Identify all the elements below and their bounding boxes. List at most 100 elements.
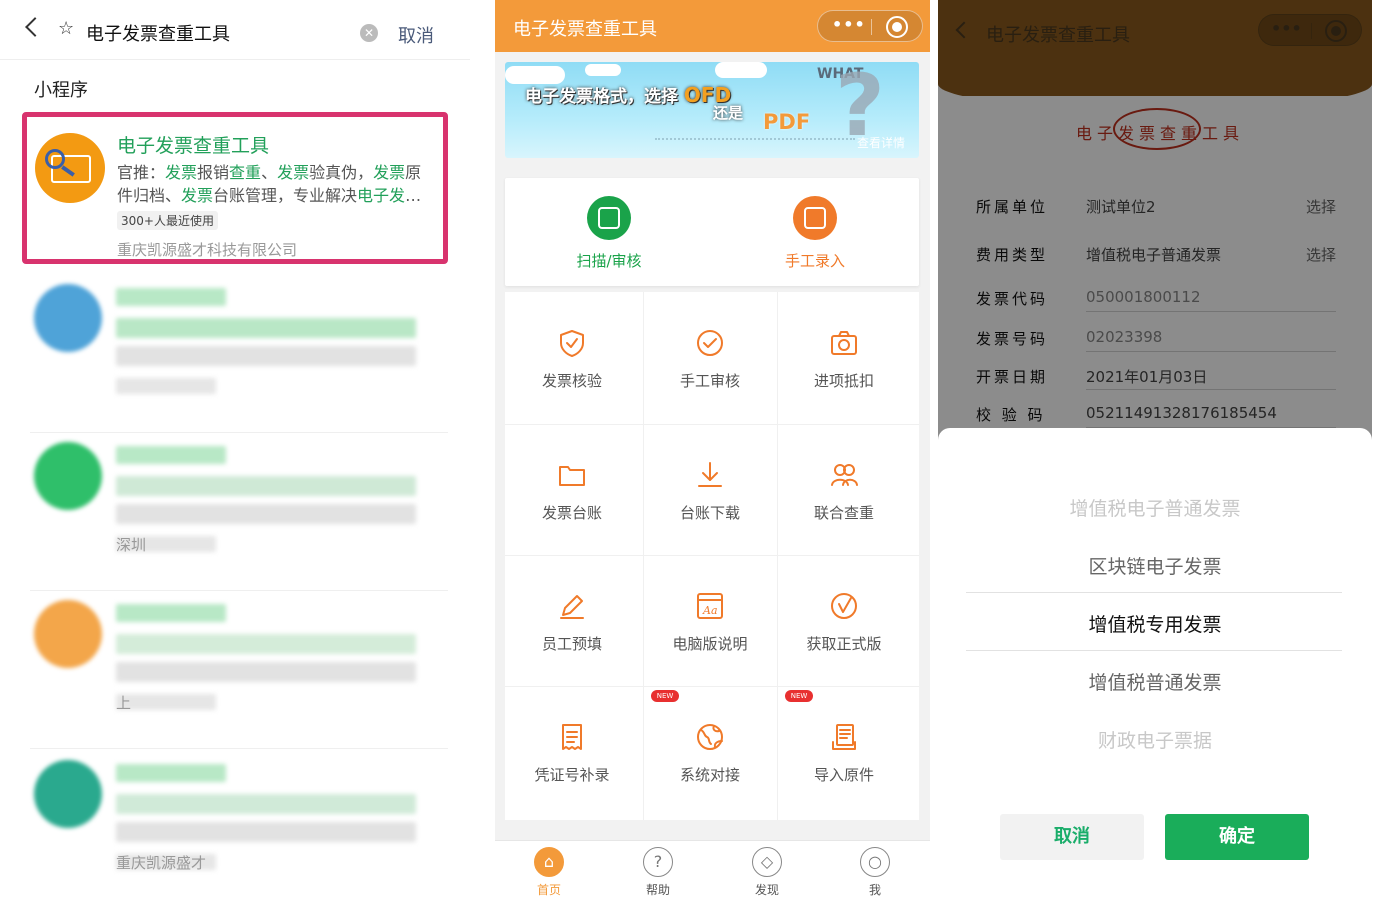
help-icon: ?	[643, 847, 673, 877]
banner-headline: 电子发票格式，选择 OFD	[525, 83, 732, 107]
user-icon: ○	[860, 847, 890, 877]
desc-fragment: 电子发	[357, 186, 406, 205]
font-doc-icon: Aa	[695, 591, 725, 621]
app-logo	[35, 133, 105, 203]
edit-icon	[793, 196, 837, 240]
feature-label: 电脑版说明	[672, 635, 748, 653]
tab-user[interactable]: ○ 我	[845, 847, 905, 898]
check-version-icon	[829, 591, 859, 621]
feature-receipt[interactable]: 凭证号补录	[505, 686, 639, 816]
picker-option[interactable]: 增值税电子普通发票	[938, 494, 1372, 521]
desc-fragment: 查重	[229, 163, 262, 182]
feature-import-docs[interactable]: NEW 导入原件	[777, 686, 911, 816]
feature-label: 联合查重	[813, 504, 874, 522]
picker-option[interactable]: 区块链电子发票	[938, 552, 1372, 579]
home-icon: ⌂	[534, 847, 564, 877]
picker-option[interactable]: 增值税普通发票	[938, 668, 1372, 695]
feature-check-circle[interactable]: 手工审核	[643, 292, 777, 422]
feature-label: 发票核验	[541, 372, 602, 390]
search-bar[interactable]: ☆ 电子发票查重工具 ✕ 取消	[0, 0, 470, 60]
tab-home[interactable]: ⌂ 首页	[519, 847, 579, 898]
divider	[30, 590, 448, 591]
feature-download[interactable]: 台账下载	[643, 424, 777, 554]
feature-label: 系统对接	[679, 766, 740, 784]
result-company: 深圳	[116, 536, 147, 554]
picker-cancel-button[interactable]: 取消	[1000, 814, 1144, 860]
close-target-icon[interactable]	[886, 16, 908, 38]
blurred-line	[116, 476, 416, 496]
feature-label: 发票台账	[541, 504, 602, 522]
import-docs-icon	[829, 722, 859, 752]
scan-audit-label: 扫描/审核	[576, 252, 642, 270]
feature-pencil[interactable]: 员工预填	[505, 555, 639, 685]
desc-fragment: 台账管理，专业解决	[213, 186, 358, 205]
quick-actions: 扫描/审核 手工录入	[505, 178, 919, 286]
globe-icon	[695, 722, 725, 752]
feature-font-doc[interactable]: Aa 电脑版说明	[643, 555, 777, 685]
search-results-panel: ☆ 电子发票查重工具 ✕ 取消 小程序 电子发票查重工具 官推：发票报销查重、发…	[0, 0, 470, 900]
blurred-line	[116, 662, 416, 682]
feature-camera[interactable]: 进项抵扣	[777, 292, 911, 422]
blurred-line	[116, 764, 226, 782]
picker-option[interactable]: 增值税专用发票	[938, 610, 1372, 637]
app-avatar	[34, 284, 102, 352]
feature-label: 导入原件	[813, 766, 874, 784]
check-circle-icon	[695, 328, 725, 358]
result-company: 重庆凯源盛才科技有限公司	[117, 241, 298, 259]
picker-option[interactable]: 财政电子票据	[938, 726, 1372, 753]
result-description: 官推：发票报销查重、发票验真伪，发票原件归档、发票台账管理，专业解决电子发…	[117, 161, 437, 209]
tab-help[interactable]: ? 帮助	[628, 847, 688, 898]
banner-more-link[interactable]: 查看详情	[857, 134, 905, 151]
manual-entry-button[interactable]: 手工录入	[715, 196, 915, 276]
feature-folder[interactable]: 发票台账	[505, 424, 639, 554]
banner-subline: 还是	[713, 104, 744, 122]
clear-icon[interactable]: ✕	[360, 24, 378, 42]
search-input[interactable]: 电子发票查重工具	[86, 20, 230, 46]
tab-label: 首页	[536, 883, 561, 897]
desc-fragment: 报销	[197, 163, 230, 182]
nav-header: 电子发票查重工具 •••	[495, 0, 930, 52]
desc-fragment: 验真伪，	[309, 163, 374, 182]
page-title: 电子发票查重工具	[513, 19, 657, 40]
divider	[30, 748, 448, 749]
feature-shield-check[interactable]: 发票核验	[505, 292, 639, 422]
feature-label: 凭证号补录	[534, 766, 610, 784]
tab-gift[interactable]: ◇ 发现	[737, 847, 797, 898]
divider	[30, 432, 448, 433]
result-item-blurred[interactable]	[30, 284, 440, 424]
scan-audit-button[interactable]: 扫描/审核	[509, 196, 709, 276]
promo-banner[interactable]: 电子发票格式，选择 OFD 还是 PDF WHAT ? 查看详情	[505, 62, 919, 158]
feature-users[interactable]: 联合查重	[777, 424, 911, 554]
scan-icon	[587, 196, 631, 240]
more-icon[interactable]: •••	[832, 15, 866, 34]
result-item-blurred[interactable]: 深圳	[30, 442, 440, 582]
result-item-blurred[interactable]: 上	[30, 600, 440, 740]
manual-entry-label: 手工录入	[784, 252, 845, 270]
desc-fragment: …	[405, 186, 422, 205]
shield-check-icon	[557, 328, 587, 358]
feature-label: 获取正式版	[806, 635, 882, 653]
feature-label: 台账下载	[679, 504, 740, 522]
cancel-button[interactable]: 取消	[398, 22, 434, 48]
result-item-highlighted[interactable]: 电子发票查重工具 官推：发票报销查重、发票验真伪，发票原件归档、发票台账管理，专…	[22, 112, 448, 264]
feature-globe[interactable]: NEW 系统对接	[643, 686, 777, 816]
feature-grid: 发票核验 手工审核 进项抵扣发票台账 台账下载 联合查重员工预填 Aa 电脑版说明 获取正式版…	[505, 292, 919, 820]
tab-label: 帮助	[645, 883, 670, 897]
blurred-line	[116, 822, 416, 842]
result-company: 重庆凯源盛才	[116, 854, 207, 872]
result-company: 上	[116, 694, 132, 712]
new-badge: NEW	[651, 690, 679, 702]
desc-fragment: 发票	[373, 163, 406, 182]
capsule-menu[interactable]: •••	[817, 10, 923, 42]
camera-icon	[829, 328, 859, 358]
new-badge: NEW	[785, 690, 813, 702]
result-item-blurred[interactable]: 重庆凯源盛才	[30, 760, 440, 900]
result-title: 电子发票查重工具	[117, 135, 270, 157]
picker-confirm-button[interactable]: 确定	[1165, 814, 1309, 860]
tab-label: 我	[868, 883, 881, 897]
blurred-line	[116, 288, 226, 306]
blurred-line	[116, 318, 416, 338]
feature-check-version[interactable]: 获取正式版	[777, 555, 911, 685]
back-arrow-icon[interactable]	[25, 17, 45, 37]
tab-bar: ⌂ 首页? 帮助 ◇ 发现 ○ 我	[495, 840, 930, 900]
